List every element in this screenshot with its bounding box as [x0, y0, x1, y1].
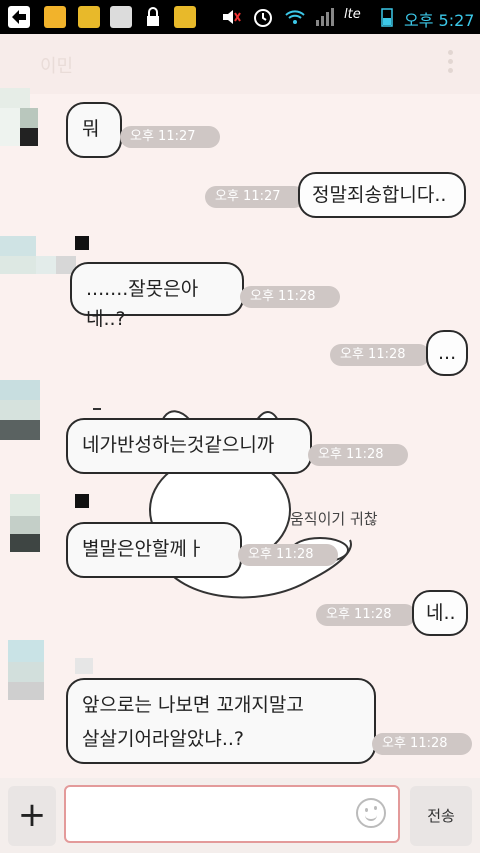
back-arrow-icon — [8, 6, 30, 28]
alarm-icon — [252, 6, 274, 28]
message-bubble[interactable]: 정말죄송합니다.. — [298, 172, 466, 218]
message-text: ... — [438, 342, 457, 364]
sender-name — [93, 408, 101, 410]
message-input[interactable] — [64, 785, 400, 843]
chat-title: 이민 — [40, 56, 74, 77]
app-icon — [78, 6, 100, 28]
message-bubble[interactable]: 네.. — [412, 590, 468, 636]
sticker-caption: 움직이기 귀찮 — [290, 510, 378, 528]
message-text: 네가반성하는것같으니까 — [82, 434, 275, 456]
message-time: 오후 11:28 — [372, 733, 472, 755]
notification-icon — [44, 6, 66, 28]
status-time: 오후 5:27 — [404, 11, 475, 30]
signal-icon — [314, 6, 336, 28]
message-bubble[interactable]: ... — [426, 330, 468, 376]
wifi-icon — [284, 6, 306, 28]
avatar-badge — [75, 236, 89, 250]
avatar-badge — [75, 494, 89, 508]
avatar[interactable] — [0, 380, 60, 442]
avatar[interactable] — [0, 236, 76, 298]
battery-icon — [380, 6, 394, 28]
mute-icon — [220, 6, 242, 28]
message-bubble[interactable]: .......잘못은아네..? — [70, 262, 244, 330]
message-time: 오후 11:28 — [316, 604, 416, 626]
message-text: 뭐 — [82, 118, 100, 140]
gallery-icon — [110, 6, 132, 28]
message-bubble[interactable]: 별말은안할께ㅏ — [66, 522, 242, 578]
avatar[interactable] — [0, 494, 60, 556]
avatar[interactable] — [0, 640, 93, 702]
status-bar: lte 오후 5:27 — [0, 0, 480, 34]
avatar[interactable] — [0, 88, 60, 150]
carrier-label: lte — [344, 7, 361, 22]
message-text: 정말죄송합니다.. — [312, 184, 447, 206]
message-time: 오후 11:27 — [205, 186, 305, 208]
attach-button[interactable]: + — [8, 786, 56, 846]
emoji-icon-eye — [374, 806, 377, 810]
message-text-line-1: 앞으로는 나보면 꼬개지말고 — [82, 694, 304, 716]
message-time: 오후 11:28 — [330, 344, 430, 366]
message-bubble[interactable]: 앞으로는 나보면 꼬개지말고 살살기어라알았냐..? — [66, 678, 376, 764]
menu-icon[interactable] — [448, 50, 454, 76]
emoji-icon[interactable] — [356, 798, 386, 828]
app-icon-2 — [174, 6, 196, 28]
send-button[interactable]: 전송 — [410, 786, 472, 846]
message-time: 오후 11:28 — [238, 544, 338, 566]
message-bubble[interactable]: 네가반성하는것같으니까 — [66, 418, 312, 474]
lock-icon — [142, 6, 164, 28]
message-time: 오후 11:28 — [308, 444, 408, 466]
message-bubble[interactable]: 뭐 — [66, 102, 122, 158]
message-text: 네.. — [426, 602, 456, 624]
message-text-line-2: 살살기어라알았냐..? — [82, 728, 245, 750]
message-text: 별말은안할께ㅏ — [82, 538, 205, 560]
message-time: 오후 11:28 — [240, 286, 340, 308]
message-text: .......잘못은아네..? — [86, 278, 199, 330]
message-time: 오후 11:27 — [120, 126, 220, 148]
